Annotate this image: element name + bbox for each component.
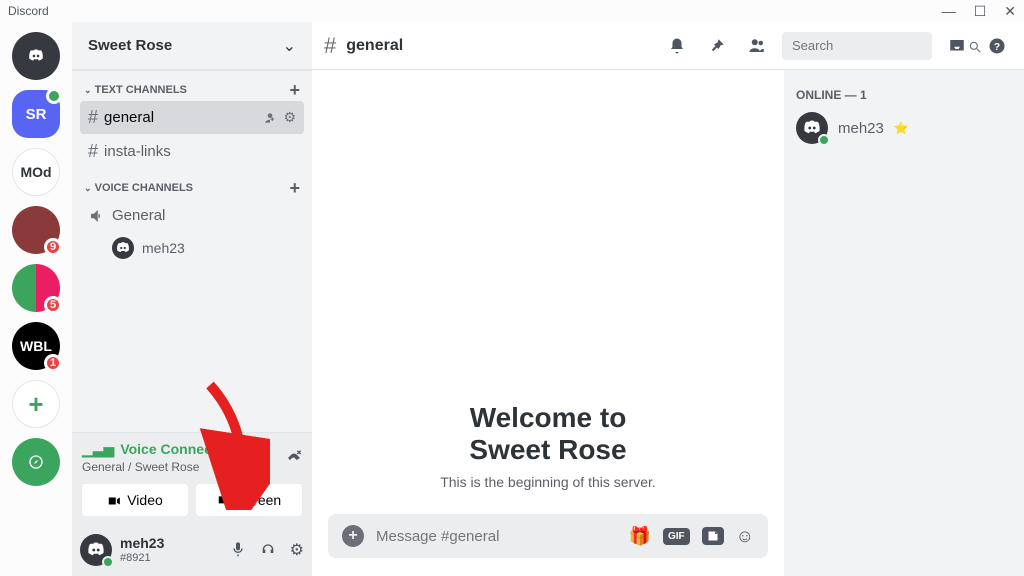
video-icon bbox=[107, 492, 121, 508]
app-name: Discord bbox=[8, 4, 49, 18]
voice-subtitle: General / Sweet Rose bbox=[82, 460, 233, 474]
discord-logo-icon bbox=[803, 119, 821, 137]
discord-logo-icon bbox=[28, 48, 44, 64]
disconnect-icon[interactable] bbox=[286, 447, 302, 467]
members-icon[interactable] bbox=[742, 35, 772, 56]
members-heading: Online — 1 bbox=[796, 88, 1012, 102]
category-voice-channels[interactable]: ⌄ Voice Channels + bbox=[76, 178, 308, 198]
welcome-subtitle: This is the beginning of this server. bbox=[440, 474, 656, 490]
screen-icon bbox=[217, 492, 231, 508]
server-item-4[interactable]: 5 bbox=[12, 264, 60, 312]
minimize-icon[interactable]: — bbox=[942, 3, 956, 20]
server-item-3[interactable]: 9 bbox=[12, 206, 60, 254]
gear-icon[interactable]: ⚙ bbox=[290, 540, 304, 560]
main-area: # general ? Welcome to Sweet Rose bbox=[312, 22, 1024, 576]
server-name: Sweet Rose bbox=[88, 37, 172, 54]
invite-icon[interactable] bbox=[263, 109, 277, 126]
members-panel: Online — 1 meh23 ⭐ bbox=[784, 70, 1024, 576]
help-icon[interactable]: ? bbox=[982, 35, 1012, 56]
status-online-icon bbox=[818, 134, 830, 146]
video-button[interactable]: Video bbox=[82, 484, 188, 516]
channel-sidebar: Sweet Rose ⌄ ⌄ Text Channels + # general… bbox=[72, 22, 312, 576]
add-channel-icon[interactable]: + bbox=[289, 84, 300, 96]
hash-icon: # bbox=[88, 141, 98, 162]
welcome-title: Welcome to Sweet Rose bbox=[440, 402, 656, 466]
add-server-button[interactable]: + bbox=[12, 380, 60, 428]
maximize-icon[interactable]: ☐ bbox=[974, 3, 987, 20]
chevron-down-icon: ⌄ bbox=[283, 36, 296, 56]
avatar bbox=[112, 237, 134, 259]
home-button[interactable] bbox=[12, 32, 60, 80]
member-meh23[interactable]: meh23 ⭐ bbox=[796, 112, 1012, 144]
hash-icon: # bbox=[324, 33, 336, 59]
voice-status[interactable]: ▁▃▅ Voice Connected bbox=[82, 441, 233, 458]
server-item-sweet-rose[interactable]: SR bbox=[12, 90, 60, 138]
inbox-icon[interactable] bbox=[942, 35, 972, 56]
close-icon[interactable]: ✕ bbox=[1004, 3, 1016, 20]
titlebar: Discord — ☐ ✕ bbox=[0, 0, 1024, 22]
screen-share-button[interactable]: Screen bbox=[196, 484, 302, 516]
channel-insta-links[interactable]: # insta-links bbox=[80, 135, 304, 168]
welcome-block: Welcome to Sweet Rose This is the beginn… bbox=[440, 402, 656, 490]
channel-general[interactable]: # general ⚙ bbox=[80, 101, 304, 134]
avatar bbox=[796, 112, 828, 144]
mention-badge: 1 bbox=[44, 354, 62, 372]
server-header[interactable]: Sweet Rose ⌄ bbox=[72, 22, 312, 70]
message-input[interactable] bbox=[376, 528, 617, 545]
signal-icon: ▁▃▅ bbox=[82, 441, 114, 458]
threads-icon[interactable] bbox=[622, 35, 652, 56]
online-badge-icon bbox=[46, 88, 62, 104]
sticker-button[interactable] bbox=[702, 527, 724, 545]
compass-icon bbox=[28, 454, 44, 470]
voice-channel-general[interactable]: General bbox=[80, 199, 304, 232]
add-channel-icon[interactable]: + bbox=[289, 182, 300, 194]
server-rail: SR MOd 9 5 WBL 1 + bbox=[0, 22, 72, 576]
channel-list: ⌄ Text Channels + # general ⚙ # insta-li… bbox=[72, 70, 312, 432]
pinned-icon[interactable] bbox=[702, 35, 732, 56]
speaker-icon bbox=[88, 205, 106, 226]
explore-servers-button[interactable] bbox=[12, 438, 60, 486]
app-shell: SR MOd 9 5 WBL 1 + Sweet Rose ⌄ ⌄ Text C… bbox=[0, 22, 1024, 576]
gif-button[interactable]: GIF bbox=[663, 528, 690, 545]
notifications-icon[interactable] bbox=[662, 35, 692, 56]
voice-user-meh23[interactable]: meh23 bbox=[76, 233, 308, 263]
window-controls: — ☐ ✕ bbox=[942, 3, 1016, 20]
noise-suppression-icon[interactable]: ╎ bbox=[246, 447, 272, 467]
user-info[interactable]: meh23 #8921 bbox=[120, 536, 222, 563]
server-owner-icon: ⭐ bbox=[894, 121, 909, 135]
server-item-wbl[interactable]: WBL 1 bbox=[12, 322, 60, 370]
mention-badge: 5 bbox=[44, 296, 62, 314]
channel-header: # general ? bbox=[312, 22, 1024, 70]
discord-logo-icon bbox=[87, 541, 105, 559]
gift-icon[interactable]: 🎁 bbox=[629, 526, 651, 547]
attach-button[interactable]: + bbox=[342, 525, 364, 547]
deafen-icon[interactable] bbox=[260, 540, 276, 560]
chat-body: Welcome to Sweet Rose This is the beginn… bbox=[312, 70, 784, 576]
mute-icon[interactable] bbox=[230, 540, 246, 560]
avatar[interactable] bbox=[80, 534, 112, 566]
gear-icon[interactable]: ⚙ bbox=[283, 109, 296, 126]
mention-badge: 9 bbox=[44, 238, 62, 256]
hash-icon: # bbox=[88, 107, 98, 128]
svg-text:?: ? bbox=[994, 41, 1000, 53]
message-composer: + 🎁 GIF ☺ bbox=[328, 514, 768, 558]
user-footer: meh23 #8921 ⚙ bbox=[72, 524, 312, 576]
channel-name: general bbox=[346, 37, 403, 55]
voice-panel: ▁▃▅ Voice Connected General / Sweet Rose… bbox=[72, 432, 312, 524]
emoji-icon[interactable]: ☺ bbox=[736, 526, 754, 547]
status-online-icon bbox=[102, 556, 114, 568]
search-box[interactable] bbox=[782, 32, 932, 60]
category-text-channels[interactable]: ⌄ Text Channels + bbox=[76, 80, 308, 100]
server-item-mod[interactable]: MOd bbox=[12, 148, 60, 196]
